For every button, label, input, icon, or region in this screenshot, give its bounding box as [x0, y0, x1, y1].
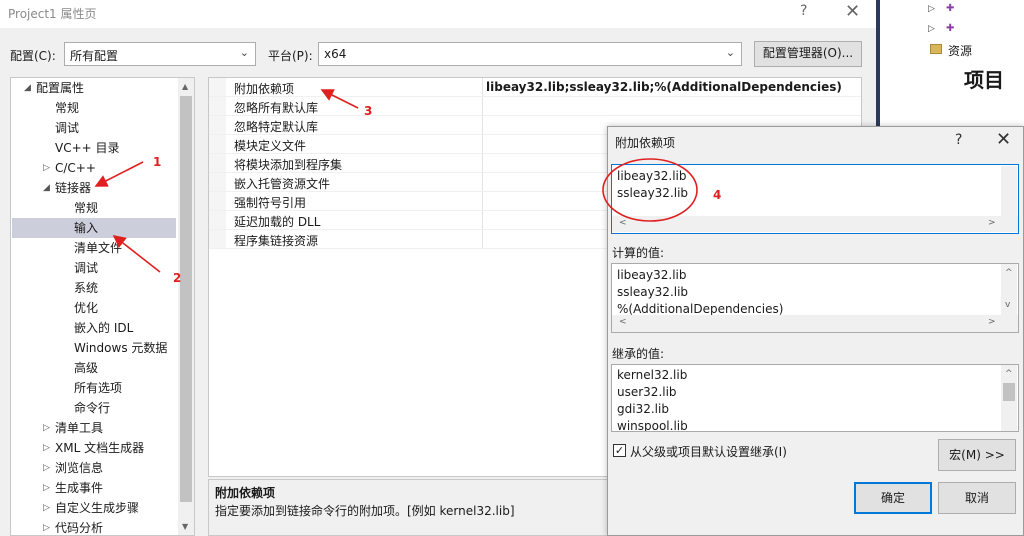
annotation-label-1: 1 — [153, 155, 162, 169]
annotation-label-3: 3 — [364, 104, 373, 118]
annotation-arrow-2 — [112, 235, 161, 273]
annotation-arrow-1 — [94, 161, 144, 187]
annotation-arrow-3 — [320, 89, 359, 109]
annotation-label-4: 4 — [713, 188, 722, 202]
annotation-overlay — [94, 89, 698, 273]
annotation-circle-4 — [602, 158, 698, 222]
annotation-label-2: 2 — [173, 271, 182, 285]
